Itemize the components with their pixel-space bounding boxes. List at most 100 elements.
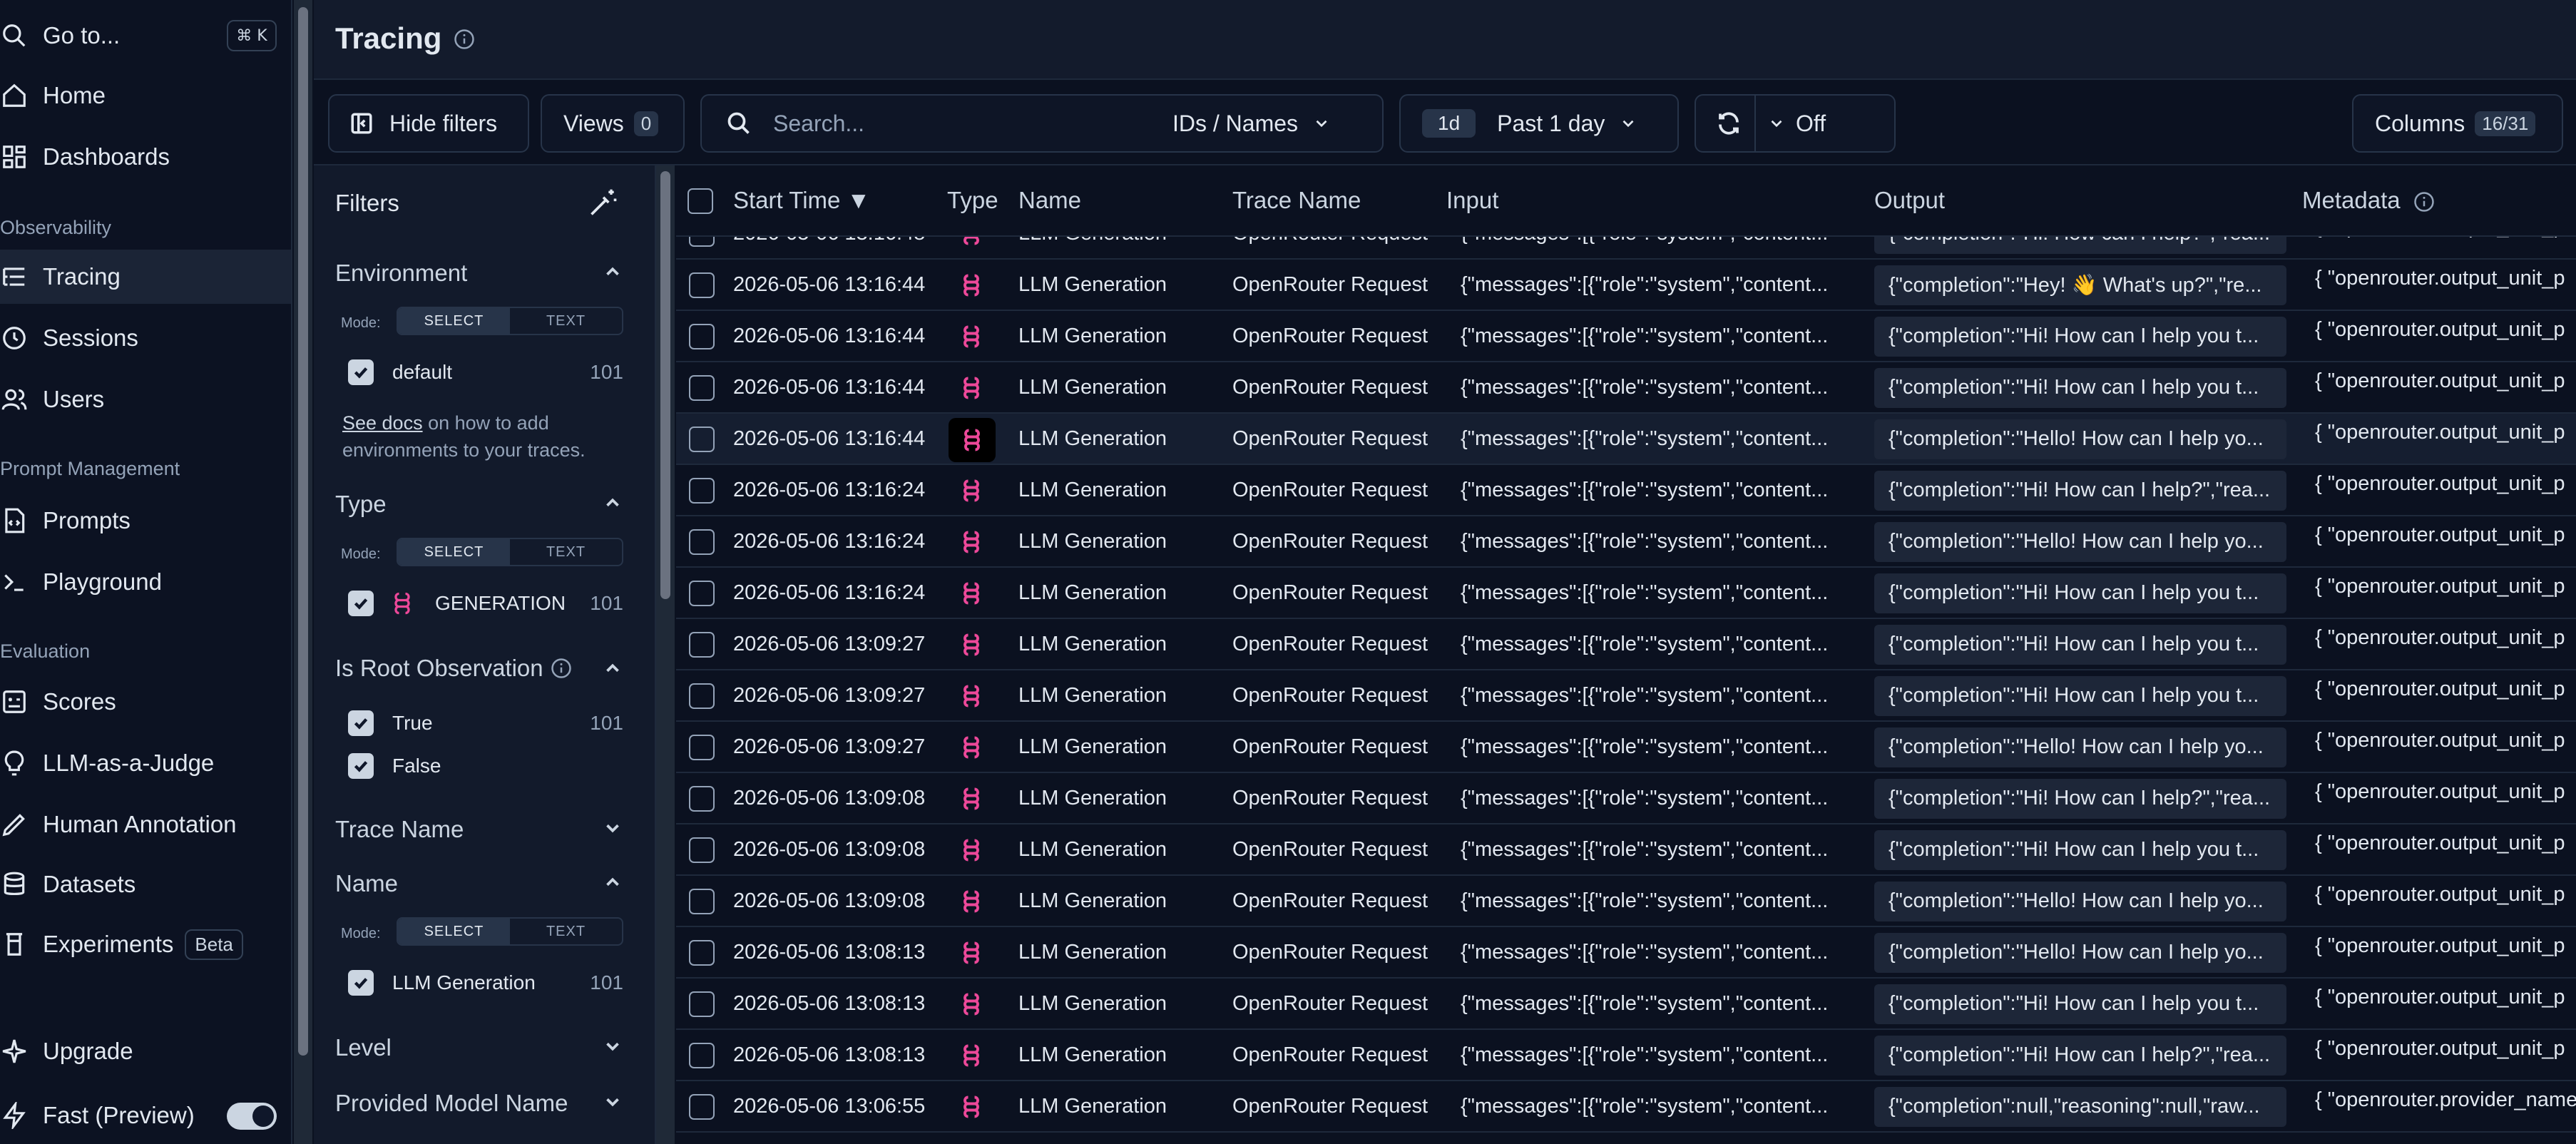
sidebar-item-upgrade[interactable]: Upgrade (0, 1024, 133, 1078)
search-input[interactable]: Search... (773, 111, 1172, 137)
filters-scrollbar[interactable] (656, 165, 675, 1144)
row-checkbox[interactable] (689, 375, 715, 401)
chevron-up-icon[interactable] (602, 261, 623, 282)
row-checkbox[interactable] (689, 940, 715, 966)
auto-refresh-button[interactable]: Off (1695, 94, 1896, 153)
row-checkbox[interactable] (689, 427, 715, 452)
table-row[interactable]: 2026-05-06 13:09:27 LLM Generation OpenRou… (676, 670, 2576, 722)
table-row[interactable]: 2026-05-06 13:09:08 LLM Generation OpenRou… (676, 773, 2576, 824)
column-output[interactable]: Output (1874, 187, 1945, 214)
row-checkbox[interactable] (689, 991, 715, 1017)
filter-name-title[interactable]: Name (335, 870, 398, 897)
info-icon[interactable] (2413, 191, 2435, 213)
chevron-down-icon[interactable] (602, 1036, 623, 1057)
chevron-down-icon[interactable] (602, 817, 623, 839)
scrollbar-thumb[interactable] (298, 7, 308, 1056)
table-row[interactable]: 2026-05-06 13:16:24 LLM Generation OpenRou… (676, 465, 2576, 516)
row-checkbox[interactable] (689, 529, 715, 555)
fast-preview-toggle[interactable] (227, 1103, 277, 1130)
goto-button[interactable]: Go to... (0, 9, 120, 63)
row-checkbox[interactable] (689, 272, 715, 298)
table-row[interactable]: 2026-05-06 13:08:13 LLM Generation OpenRou… (676, 927, 2576, 979)
table-row[interactable]: 2026-05-06 13:16:24 LLM Generation OpenRou… (676, 568, 2576, 619)
row-checkbox[interactable] (689, 581, 715, 606)
mode-select[interactable]: SELECT (398, 919, 510, 944)
sidebar-item-scores[interactable]: Scores (0, 675, 116, 729)
sidebar-item-experiments[interactable]: Experiments Beta (0, 917, 243, 971)
type-generation-checkbox[interactable] (348, 591, 374, 616)
row-checkbox[interactable] (689, 837, 715, 863)
column-metadata[interactable]: Metadata (2302, 187, 2401, 214)
mode-text[interactable]: TEXT (510, 919, 622, 944)
column-trace-name[interactable]: Trace Name (1232, 187, 1361, 214)
mode-select[interactable]: SELECT (398, 308, 510, 334)
see-docs-link[interactable]: See docs (342, 412, 423, 434)
table-row[interactable]: 2026-05-06 13:16:44 LLM Generation OpenRou… (676, 260, 2576, 311)
sidebar-item-users[interactable]: Users (0, 372, 104, 427)
filter-model-title[interactable]: Provided Model Name (335, 1090, 568, 1117)
row-checkbox[interactable] (689, 632, 715, 658)
chevron-down-icon[interactable] (602, 1091, 623, 1113)
column-name[interactable]: Name (1018, 187, 1081, 214)
generation-type-icon (959, 272, 984, 298)
filter-root-observation-title[interactable]: Is Root Observation (335, 655, 543, 682)
table-row[interactable]: 2026-05-06 13:08:13 LLM Generation OpenRou… (676, 979, 2576, 1030)
row-checkbox[interactable] (689, 683, 715, 709)
table-row[interactable]: 2026-05-06 13:16:44 LLM Generation OpenRou… (676, 311, 2576, 362)
search-field[interactable]: Search... IDs / Names (700, 94, 1384, 153)
columns-button[interactable]: Columns 16/31 (2352, 94, 2563, 153)
row-checkbox[interactable] (689, 786, 715, 812)
filter-type-title[interactable]: Type (335, 491, 387, 518)
sidebar-item-sessions[interactable]: Sessions (0, 311, 138, 365)
search-scope-select[interactable]: IDs / Names (1172, 111, 1298, 137)
chevron-up-icon[interactable] (602, 658, 623, 679)
chevron-up-icon[interactable] (602, 872, 623, 893)
select-all-checkbox[interactable] (688, 188, 713, 214)
sidebar-scrollbar[interactable] (294, 0, 312, 1144)
root-false-checkbox[interactable] (348, 753, 374, 779)
table-row[interactable]: 2026-05-06 13:09:08 LLM Generation OpenRou… (676, 876, 2576, 927)
sidebar-item-tracing[interactable]: Tracing (0, 250, 291, 304)
table-row[interactable]: 2026-05-06 13:16:44 LLM Generation OpenRou… (676, 362, 2576, 414)
filter-trace-name-title[interactable]: Trace Name (335, 816, 464, 843)
row-checkbox[interactable] (689, 1043, 715, 1068)
sidebar-item-home[interactable]: Home (0, 68, 106, 123)
column-type[interactable]: Type (947, 187, 998, 214)
views-button[interactable]: Views 0 (541, 94, 685, 153)
row-checkbox[interactable] (689, 324, 715, 349)
info-icon[interactable] (454, 29, 475, 50)
hide-filters-button[interactable]: Hide filters (328, 94, 529, 153)
root-true-checkbox[interactable] (348, 710, 374, 736)
table-row[interactable]: 2026-05-06 13:09:08 LLM Generation OpenRou… (676, 824, 2576, 876)
column-start-time[interactable]: Start Time ▼ (733, 187, 870, 214)
sidebar-item-human-annotation[interactable]: Human Annotation (0, 797, 237, 852)
row-checkbox[interactable] (689, 478, 715, 504)
table-row[interactable]: 2026-05-06 13:16:24 LLM Generation OpenRou… (676, 516, 2576, 568)
column-input[interactable]: Input (1446, 187, 1498, 214)
sidebar-item-dashboards[interactable]: Dashboards (0, 130, 170, 184)
sidebar-item-llm-judge[interactable]: LLM-as-a-Judge (0, 736, 214, 790)
filter-level-title[interactable]: Level (335, 1034, 392, 1061)
row-checkbox[interactable] (689, 735, 715, 760)
sidebar-item-datasets[interactable]: Datasets (0, 857, 136, 911)
table-row[interactable]: 2026-05-06 13:06:55 LLM Generation OpenRou… (676, 1081, 2576, 1133)
magic-wand-icon[interactable] (588, 187, 619, 218)
sidebar-item-playground[interactable]: Playground (0, 555, 162, 609)
info-icon[interactable] (551, 658, 572, 679)
chevron-up-icon[interactable] (602, 492, 623, 514)
environment-default-checkbox[interactable] (348, 359, 374, 385)
mode-text[interactable]: TEXT (510, 539, 622, 565)
mode-text[interactable]: TEXT (510, 308, 622, 334)
scrollbar-thumb[interactable] (660, 171, 670, 599)
table-row[interactable]: 2026-05-06 13:09:27 LLM Generation OpenRou… (676, 619, 2576, 670)
table-row[interactable]: 2026-05-06 13:16:44 LLM Generation OpenRou… (676, 414, 2576, 465)
filter-environment-title[interactable]: Environment (335, 260, 467, 287)
name-llm-generation-checkbox[interactable] (348, 970, 374, 996)
sidebar-item-prompts[interactable]: Prompts (0, 494, 131, 548)
table-row[interactable]: 2026-05-06 13:08:13 LLM Generation OpenRou… (676, 1030, 2576, 1081)
table-row[interactable]: 2026-05-06 13:09:27 LLM Generation OpenRou… (676, 722, 2576, 773)
date-range-picker[interactable]: 1d Past 1 day (1399, 94, 1679, 153)
mode-select[interactable]: SELECT (398, 539, 510, 565)
row-checkbox[interactable] (689, 889, 715, 914)
row-checkbox[interactable] (689, 1094, 715, 1120)
